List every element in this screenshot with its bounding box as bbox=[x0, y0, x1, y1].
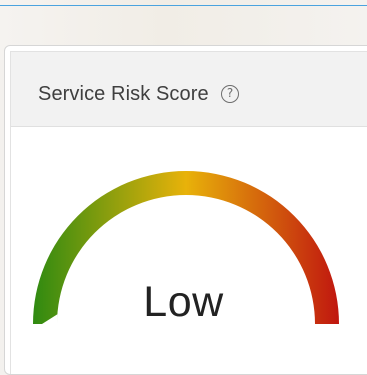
risk-level-label: Low bbox=[143, 278, 224, 326]
